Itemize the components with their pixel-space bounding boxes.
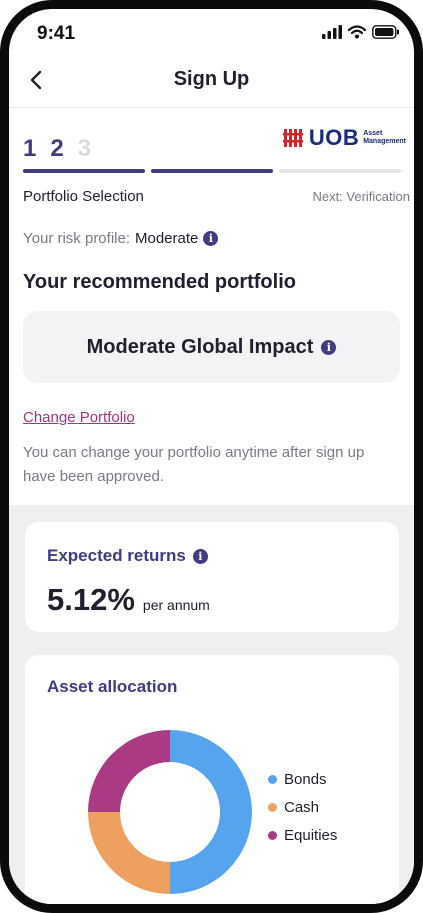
progress-segment-2	[151, 169, 273, 173]
next-step-label: Next: Verification	[312, 189, 410, 204]
step-1: 1	[23, 135, 37, 162]
risk-info-icon[interactable]: i	[203, 231, 219, 246]
status-icons	[322, 25, 400, 39]
allocation-legend: Bonds Cash Equities	[268, 765, 337, 849]
returns-info-icon[interactable]: i	[192, 548, 208, 564]
donut-slice-cash	[88, 812, 170, 894]
risk-profile-label: Your risk profile:	[23, 230, 130, 247]
risk-profile-value: Moderate	[135, 230, 199, 247]
legend-item-equities: Equities	[268, 821, 337, 849]
expected-returns-card: Expected returns i 5.12% per annum	[25, 522, 399, 632]
expected-returns-title-row: Expected returns i	[47, 546, 208, 566]
phone-frame: 9:41 Sign Up 1 2 3 UOB Asset Management …	[0, 0, 423, 913]
uob-mark-icon	[282, 129, 303, 147]
status-time: 9:41	[37, 23, 76, 44]
expected-returns-value-row: 5.12% per annum	[47, 582, 210, 618]
brand-subtitle: Asset Management	[363, 130, 406, 146]
brand-sub-line1: Asset	[363, 130, 383, 137]
expected-returns-unit: per annum	[142, 597, 210, 613]
header-divider	[9, 107, 414, 108]
legend-item-bonds: Bonds	[268, 765, 337, 793]
progress-segment-1	[23, 169, 145, 173]
legend-label-equities: Equities	[284, 826, 338, 844]
screen: 9:41 Sign Up 1 2 3 UOB Asset Management …	[9, 9, 414, 904]
risk-profile-row: Your risk profile: Moderate i	[23, 230, 219, 247]
asset-allocation-title: Asset allocation	[47, 677, 178, 696]
expected-returns-title: Expected returns	[47, 546, 186, 565]
legend-item-cash: Cash	[268, 793, 337, 821]
current-step-label: Portfolio Selection	[23, 188, 144, 205]
portfolio-info-icon[interactable]: i	[321, 339, 337, 355]
expected-returns-value: 5.12%	[47, 582, 135, 617]
change-portfolio-note: You can change your portfolio anytime af…	[23, 444, 365, 485]
portfolio-name: Moderate Global Impact	[86, 335, 314, 358]
brand-name: UOB	[308, 125, 360, 150]
brand-sub-line2: Management	[363, 138, 406, 145]
step-2: 2	[50, 135, 64, 162]
battery-icon	[372, 25, 399, 39]
page-title: Sign Up	[173, 68, 250, 90]
details-section: Expected returns i 5.12% per annum Asset…	[9, 505, 414, 904]
legend-dot-bonds	[268, 774, 277, 784]
uob-asset-management-logo: UOB Asset Management	[282, 125, 406, 151]
step-3: 3	[77, 135, 92, 162]
step-indicator: 1 2 3	[23, 135, 91, 163]
change-portfolio-link[interactable]: Change Portfolio	[23, 409, 135, 426]
wifi-icon	[348, 25, 366, 39]
cellular-signal-icon	[322, 25, 342, 39]
legend-label-cash: Cash	[284, 798, 320, 816]
recommended-portfolio-title: Your recommended portfolio	[23, 271, 296, 293]
legend-label-bonds: Bonds	[284, 770, 327, 788]
progress-segment-3	[279, 169, 401, 173]
donut-slice-bonds	[170, 730, 252, 894]
donut-slice-equities	[88, 730, 170, 812]
legend-dot-cash	[268, 802, 277, 812]
allocation-donut-chart	[88, 730, 252, 894]
legend-dot-equities	[268, 830, 277, 840]
asset-allocation-card: Asset allocation Bonds Cash Equities	[25, 655, 399, 904]
portfolio-card: Moderate Global Impact i	[23, 311, 400, 383]
